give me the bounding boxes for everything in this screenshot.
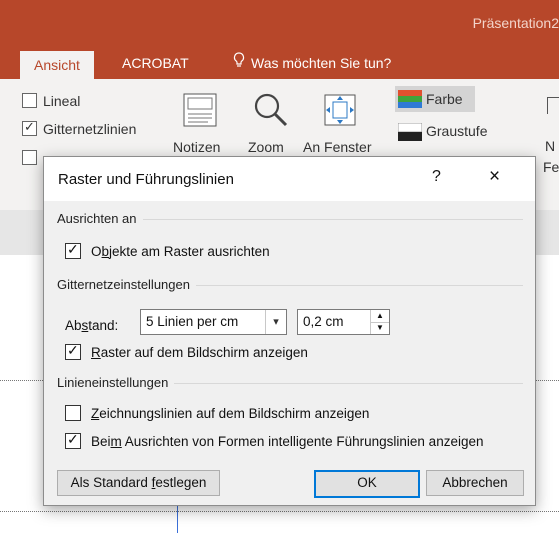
snap-to-grid-label: Objekte am Raster ausrichten [91, 244, 270, 259]
partial-label-n[interactable]: N [545, 138, 555, 154]
spin-down-icon[interactable]: ▼ [371, 322, 389, 334]
smart-guides-checkbox[interactable]: Beim Ausrichten von Formen intelligente … [65, 431, 484, 449]
dialog-title-bar[interactable]: Raster und Führungslinien ? × [44, 157, 535, 201]
grid-guides-dialog: Raster und Führungslinien ? × Ausrichten… [43, 156, 536, 506]
tell-me-search[interactable]: Was möchten Sie tun? [233, 48, 391, 79]
gridlines-checkbox[interactable]: Gitternetzlinien [22, 119, 137, 137]
zoom-button-label[interactable]: Zoom [248, 139, 284, 155]
color-button-label[interactable]: Farbe [426, 91, 463, 107]
spacing-label: Abstand: [65, 318, 119, 333]
checkbox-checked [65, 241, 81, 259]
smart-guides-label: Beim Ausrichten von Formen intelligente … [91, 434, 484, 449]
dialog-title: Raster und Führungslinien [58, 171, 234, 188]
cancel-button[interactable]: Abbrechen [426, 470, 524, 496]
guides-checkbox[interactable] [22, 150, 43, 166]
notes-button-label[interactable]: Notizen [173, 139, 220, 155]
checkbox-checked [65, 431, 81, 449]
spacing-select-value: 5 Linien per cm [146, 314, 239, 329]
checkbox-checked [65, 342, 81, 360]
lightbulb-icon [233, 48, 245, 79]
grayscale-button-label[interactable]: Graustufe [426, 123, 487, 139]
show-grid-label: Raster auf dem Bildschirm anzeigen [91, 345, 308, 360]
grid-line [0, 511, 559, 512]
spacing-select[interactable]: 5 Linien per cm ▾ [140, 309, 287, 335]
app-title: Präsentation2 [472, 15, 559, 31]
spinner-buttons: ▲ ▼ [370, 310, 389, 334]
spacing-value[interactable]: 0,2 cm [303, 314, 344, 329]
gridlines-label: Gitternetzlinien [43, 121, 137, 137]
checkbox-box [22, 150, 37, 165]
tab-acrobat[interactable]: ACROBAT [122, 48, 189, 79]
group-label-grid: Gitternetzeinstellungen [57, 277, 196, 292]
grayscale-icon[interactable] [397, 122, 423, 141]
checkbox-box-checked [22, 119, 37, 136]
ruler-checkbox[interactable]: Lineal [22, 93, 80, 109]
spacing-spinner[interactable]: 0,2 cm ▲ ▼ [297, 309, 390, 335]
ruler-label: Lineal [43, 93, 81, 109]
chevron-down-icon[interactable]: ▾ [265, 310, 286, 334]
new-window-icon[interactable] [547, 97, 559, 114]
tab-ansicht[interactable]: Ansicht [20, 51, 94, 79]
show-guides-label: Zeichnungslinien auf dem Bildschirm anze… [91, 406, 370, 421]
partial-label-fe[interactable]: Fe [543, 159, 559, 175]
color-icon[interactable] [398, 90, 422, 108]
snap-to-grid-checkbox[interactable]: Objekte am Raster ausrichten [65, 241, 270, 259]
group-label-guides: Linieneinstellungen [57, 375, 175, 390]
show-guides-checkbox[interactable]: Zeichnungslinien auf dem Bildschirm anze… [65, 405, 369, 421]
help-button[interactable]: ? [432, 168, 441, 186]
checkbox-box [22, 93, 37, 108]
notes-icon[interactable] [180, 90, 220, 130]
fit-window-icon[interactable] [320, 90, 360, 130]
set-default-button[interactable]: Als Standard festlegen [57, 470, 220, 496]
fit-window-button-label[interactable]: An Fenster [303, 139, 371, 155]
checkbox-unchecked [65, 405, 81, 421]
ok-button[interactable]: OK [314, 470, 420, 498]
title-bar: Präsentation2 [0, 0, 559, 48]
ribbon-tab-row: Ansicht ACROBAT Was möchten Sie tun? [0, 48, 559, 79]
vertical-guide[interactable] [177, 505, 178, 533]
tell-me-label: Was möchten Sie tun? [251, 55, 392, 71]
close-icon[interactable]: × [489, 166, 500, 188]
zoom-icon[interactable] [251, 90, 291, 130]
show-grid-checkbox[interactable]: Raster auf dem Bildschirm anzeigen [65, 342, 308, 360]
group-label-snap: Ausrichten an [57, 211, 143, 226]
